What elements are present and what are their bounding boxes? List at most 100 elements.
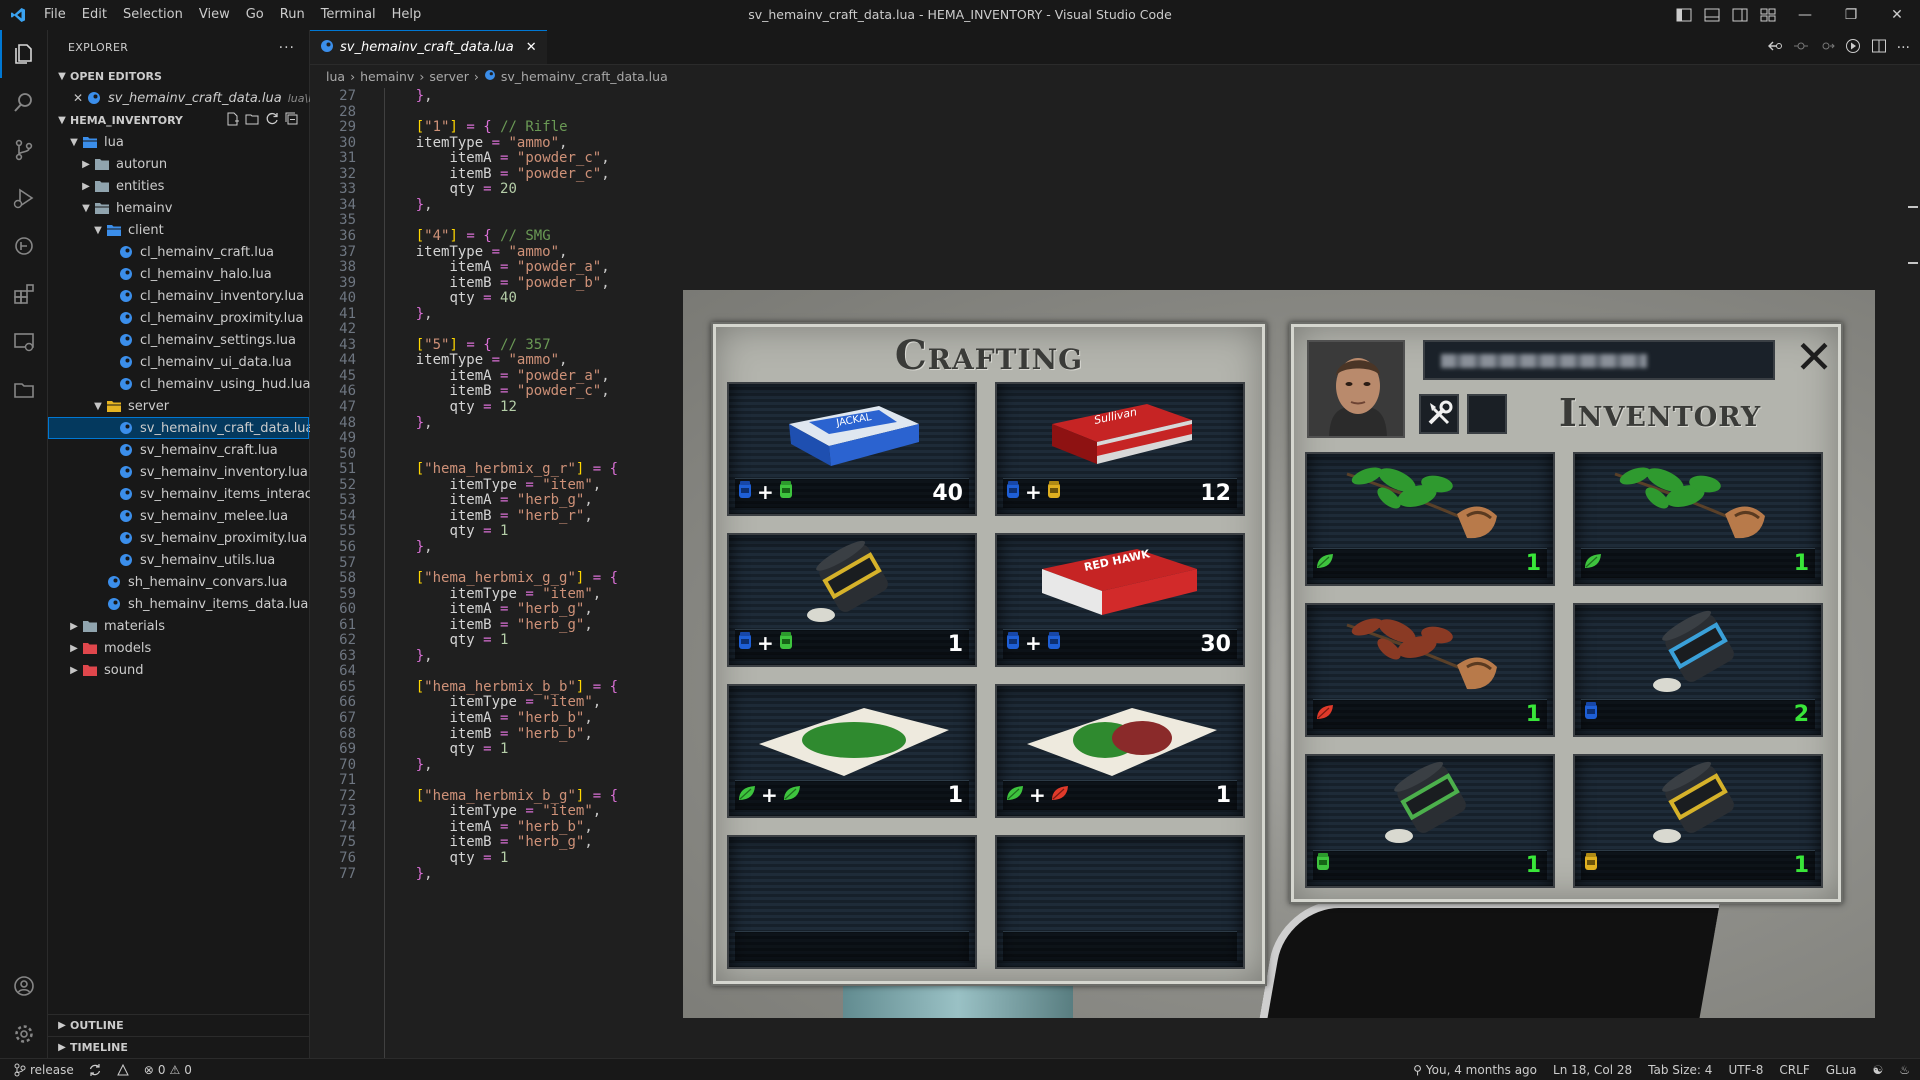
empty-action-slot[interactable] [1467,394,1507,434]
toggle-secondary-sidebar-icon[interactable] [1726,0,1754,30]
crafting-slot[interactable] [995,835,1245,969]
next-change-icon[interactable] [1819,38,1835,58]
split-editor-icon[interactable] [1871,38,1887,58]
tools-button[interactable] [1419,394,1459,434]
live-share-icon[interactable] [116,1063,130,1077]
tree-folder-sound[interactable]: ▶ sound [48,659,309,681]
inventory-slot[interactable]: 1 [1305,603,1555,737]
new-folder-icon[interactable] [245,112,259,129]
search-icon[interactable] [0,78,48,126]
minimize-icon[interactable]: — [1782,0,1828,30]
menu-edit[interactable]: Edit [74,0,115,30]
tab-size[interactable]: Tab Size: 4 [1648,1063,1712,1077]
branch-status[interactable]: release [14,1063,74,1077]
previous-change-icon[interactable] [1793,38,1809,58]
collapse-all-icon[interactable] [285,112,299,129]
menu-go[interactable]: Go [238,0,272,30]
tree-file[interactable]: cl_hemainv_ui_data.lua [48,351,309,373]
breadcrumb-item[interactable]: server [429,69,469,84]
crafting-slot[interactable]: +1 [727,684,977,818]
extensions-icon[interactable] [0,270,48,318]
end-of-line[interactable]: CRLF [1779,1063,1809,1077]
tree-file[interactable]: sv_hemainv_proximity.lua [48,527,309,549]
customize-layout-icon[interactable] [1754,0,1782,30]
crafting-slot[interactable]: +1 [995,684,1245,818]
breadcrumb-item[interactable]: lua [326,69,345,84]
tree-folder-autorun[interactable]: ▶ autorun [48,153,309,175]
new-file-icon[interactable] [225,112,239,129]
tree-file[interactable]: cl_hemainv_proximity.lua [48,307,309,329]
tree-folder-client[interactable]: ▼ client [48,219,309,241]
tree-file[interactable]: cl_hemainv_halo.lua [48,263,309,285]
crafting-slot[interactable]: Sullivan +12 [995,382,1245,516]
menu-terminal[interactable]: Terminal [313,0,384,30]
inventory-slot[interactable]: 1 [1305,452,1555,586]
refresh-icon[interactable] [265,112,279,129]
timeline-header[interactable]: ▶ TIMELINE [48,1036,309,1058]
settings-gear-icon[interactable] [0,1010,48,1058]
tree-folder-materials[interactable]: ▶ materials [48,615,309,637]
workspace-header[interactable]: ▼ HEMA_INVENTORY [48,109,309,131]
crafting-slot[interactable] [727,835,977,969]
inventory-slot[interactable]: 2 [1573,603,1823,737]
run-debug-icon[interactable] [0,174,48,222]
language-mode[interactable]: GLua [1826,1063,1857,1077]
git-blame-status[interactable]: ⚲ You, 4 months ago [1413,1063,1537,1077]
sync-icon[interactable] [88,1063,102,1077]
tree-file[interactable]: sv_hemainv_craft_data.lua [48,417,314,439]
file-encoding[interactable]: UTF-8 [1728,1063,1763,1077]
source-control-icon[interactable] [0,126,48,174]
open-editors-header[interactable]: ▼ OPEN EDITORS [48,65,309,87]
tree-folder-models[interactable]: ▶ models [48,637,309,659]
menu-selection[interactable]: Selection [115,0,191,30]
crafting-slot[interactable]: RED HAWK +30 [995,533,1245,667]
toggle-panel-icon[interactable] [1698,0,1726,30]
explorer-icon[interactable] [0,30,48,78]
more-actions-icon[interactable]: ··· [1897,40,1910,56]
cursor-position[interactable]: Ln 18, Col 28 [1553,1063,1632,1077]
crafting-slot[interactable]: JACKAL +40 [727,382,977,516]
folder-view-icon[interactable] [0,366,48,414]
tree-folder-server[interactable]: ▼ server [48,395,309,417]
more-actions-icon[interactable]: ··· [279,40,295,56]
menu-view[interactable]: View [191,0,238,30]
close-editor-icon[interactable]: ✕ [70,91,86,105]
open-changes-icon[interactable] [1767,38,1783,58]
tree-folder-hemainv[interactable]: ▼ hemainv [48,197,309,219]
toggle-sidebar-icon[interactable] [1670,0,1698,30]
notifications-bell-icon[interactable]: ♨ [1899,1063,1910,1077]
menu-help[interactable]: Help [384,0,430,30]
close-tab-icon[interactable]: ✕ [526,40,537,55]
restore-icon[interactable]: ❐ [1828,0,1874,30]
menu-run[interactable]: Run [272,0,313,30]
tree-file[interactable]: sv_hemainv_items_interact.lua [48,483,341,505]
close-window-icon[interactable]: ✕ [1874,0,1920,30]
crafting-slot[interactable]: +1 [727,533,977,667]
tree-file[interactable]: cl_hemainv_using_hud.lua [48,373,310,395]
open-editor-item[interactable]: ✕ sv_hemainv_craft_data.lua lua\he... [48,87,333,109]
tree-folder-lua[interactable]: ▼ lua [48,131,309,153]
tree-file[interactable]: sv_hemainv_utils.lua [48,549,309,571]
inventory-slot[interactable]: 1 [1573,754,1823,888]
tree-file[interactable]: sv_hemainv_inventory.lua [48,461,309,483]
editor-tab-active[interactable]: sv_hemainv_craft_data.lua ✕ [310,30,547,64]
breadcrumb-item[interactable]: hemainv [360,69,414,84]
inventory-slot[interactable]: 1 [1305,754,1555,888]
tree-folder-entities[interactable]: ▶ entities [48,175,309,197]
tree-file[interactable]: sv_hemainv_melee.lua [48,505,309,527]
account-icon[interactable] [0,962,48,1010]
tree-file[interactable]: sv_hemainv_craft.lua [48,439,309,461]
timeline-extension-icon[interactable] [0,222,48,270]
tree-file[interactable]: cl_hemainv_inventory.lua [48,285,309,307]
close-inventory-button[interactable]: ✕ [1791,334,1837,380]
tree-file[interactable]: sh_hemainv_items_data.lua [48,593,309,615]
tree-file[interactable]: cl_hemainv_settings.lua [48,329,309,351]
tree-file[interactable]: cl_hemainv_craft.lua [48,241,309,263]
remote-explorer-icon[interactable] [0,318,48,366]
run-file-icon[interactable] [1845,38,1861,58]
inventory-slot[interactable]: 1 [1573,452,1823,586]
outline-header[interactable]: ▶ OUTLINE [48,1014,309,1036]
problems-status[interactable]: ⊗ 0 ⚠ 0 [144,1063,192,1077]
feedback-icon[interactable]: ☯ [1872,1063,1883,1077]
breadcrumb-item[interactable]: sv_hemainv_craft_data.lua [501,69,668,84]
